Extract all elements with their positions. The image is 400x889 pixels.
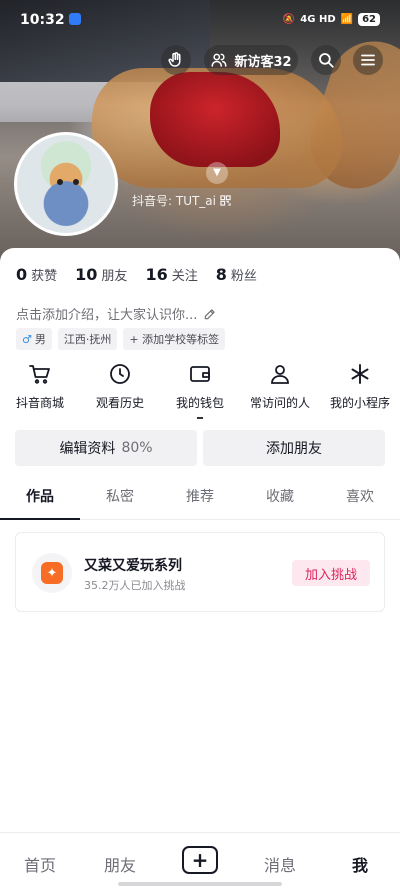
asterisk-icon <box>351 364 369 384</box>
stats-row: 0 获赞 10 朋友 16 关注 8 粉丝 <box>16 265 257 284</box>
stat-following[interactable]: 16 关注 <box>145 265 197 284</box>
shortcut-mini-programs[interactable]: 我的小程序 <box>320 362 400 411</box>
shortcut-frequent-visitors[interactable]: 常访问的人 <box>240 362 320 411</box>
nav-messages[interactable]: 消息 <box>240 833 320 889</box>
stat-friends[interactable]: 10 朋友 <box>75 265 127 284</box>
tab-works[interactable]: 作品 <box>0 486 80 520</box>
action-row: 编辑资料 80% 添加朋友 <box>15 430 385 466</box>
qrcode-icon <box>220 195 231 206</box>
network-label: 4G HD <box>300 14 336 25</box>
battery-icon: 62 <box>358 13 380 26</box>
edit-profile-button[interactable]: 编辑资料 80% <box>15 430 197 466</box>
pencil-icon <box>205 308 216 319</box>
wallet-icon <box>190 366 210 382</box>
douyin-id[interactable]: 抖音号: TUT_ai <box>132 192 231 209</box>
nav-home[interactable]: 首页 <box>0 833 80 889</box>
profile-tags: ♂ 男 江西·抚州 + 添加学校等标签 <box>16 328 226 350</box>
clock-icon <box>110 364 130 384</box>
nav-me[interactable]: 我 <box>320 833 400 889</box>
mute-icon: 🔕 <box>282 14 296 25</box>
expand-cover-icon[interactable]: ▼ <box>206 162 228 184</box>
challenge-icon-wrap: ✦ <box>32 553 72 593</box>
profile-card: 0 获赞 10 朋友 16 关注 8 粉丝 点击添加介绍，让大家认识你... ♂… <box>0 248 400 889</box>
challenge-card[interactable]: ✦ 又菜又爱玩系列 35.2万人已加入挑战 加入挑战 <box>15 532 385 612</box>
stat-likes: 0 获赞 <box>16 265 58 284</box>
status-time: 10:32 <box>20 12 65 28</box>
nav-create[interactable]: + <box>160 833 240 889</box>
gender-tag[interactable]: ♂ 男 <box>16 328 52 350</box>
shortcut-row: 抖音商城 观看历史 我的钱包 常访问的人 我的小程序 <box>0 362 400 419</box>
search-icon <box>319 53 334 68</box>
avatar[interactable] <box>14 132 118 236</box>
challenge-title: 又菜又爱玩系列 <box>84 558 182 574</box>
location-tag[interactable]: 江西·抚州 <box>57 328 118 350</box>
bio-prompt[interactable]: 点击添加介绍，让大家认识你... <box>16 304 217 323</box>
add-friend-button[interactable]: 添加朋友 <box>203 430 385 466</box>
join-challenge-button[interactable]: 加入挑战 <box>292 560 370 586</box>
nav-friends[interactable]: 朋友 <box>80 833 160 889</box>
tab-recommended[interactable]: 推荐 <box>160 486 240 519</box>
home-indicator[interactable] <box>118 882 282 886</box>
people-icon <box>211 53 227 67</box>
plus-icon: + <box>182 846 218 874</box>
stat-followers[interactable]: 8 粉丝 <box>216 265 257 284</box>
tab-likes[interactable]: 喜欢 <box>320 486 400 519</box>
cart-icon <box>29 365 50 384</box>
douyin-id-text: 抖音号: TUT_ai <box>132 194 216 208</box>
wallet-indicator <box>197 417 203 419</box>
wave-hand-button[interactable] <box>161 45 191 75</box>
male-icon: ♂ <box>22 333 32 346</box>
menu-icon <box>361 54 375 66</box>
content-tabs: 作品 私密 推荐 收藏 喜欢 <box>0 486 400 520</box>
profile-completion: 80% <box>121 440 153 456</box>
bio-text: 点击添加介绍，让大家认识你... <box>16 308 198 323</box>
add-school-tag[interactable]: + 添加学校等标签 <box>123 328 226 350</box>
wifi-icon: 📶 <box>340 14 354 25</box>
shortcut-wallet[interactable]: 我的钱包 <box>160 362 240 419</box>
new-visitors-button[interactable]: 新访客32 <box>204 45 298 75</box>
bottom-nav: 首页 朋友 + 消息 我 <box>0 832 400 889</box>
system-icons: 🔕 4G HD 📶 62 <box>283 13 380 26</box>
shortcut-mall[interactable]: 抖音商城 <box>0 362 80 411</box>
hand-icon <box>168 52 181 67</box>
tab-private[interactable]: 私密 <box>80 486 160 519</box>
tab-favorites[interactable]: 收藏 <box>240 486 320 519</box>
menu-button[interactable] <box>353 45 383 75</box>
challenge-icon: ✦ <box>41 562 63 584</box>
person-icon <box>271 365 289 384</box>
status-bar: 10:32 🔕 4G HD 📶 62 <box>0 0 400 40</box>
challenge-subtitle: 35.2万人已加入挑战 <box>84 579 186 592</box>
search-button[interactable] <box>311 45 341 75</box>
shortcut-history[interactable]: 观看历史 <box>80 362 160 411</box>
new-visitors-label: 新访客32 <box>234 54 292 70</box>
notification-icon <box>69 13 81 25</box>
